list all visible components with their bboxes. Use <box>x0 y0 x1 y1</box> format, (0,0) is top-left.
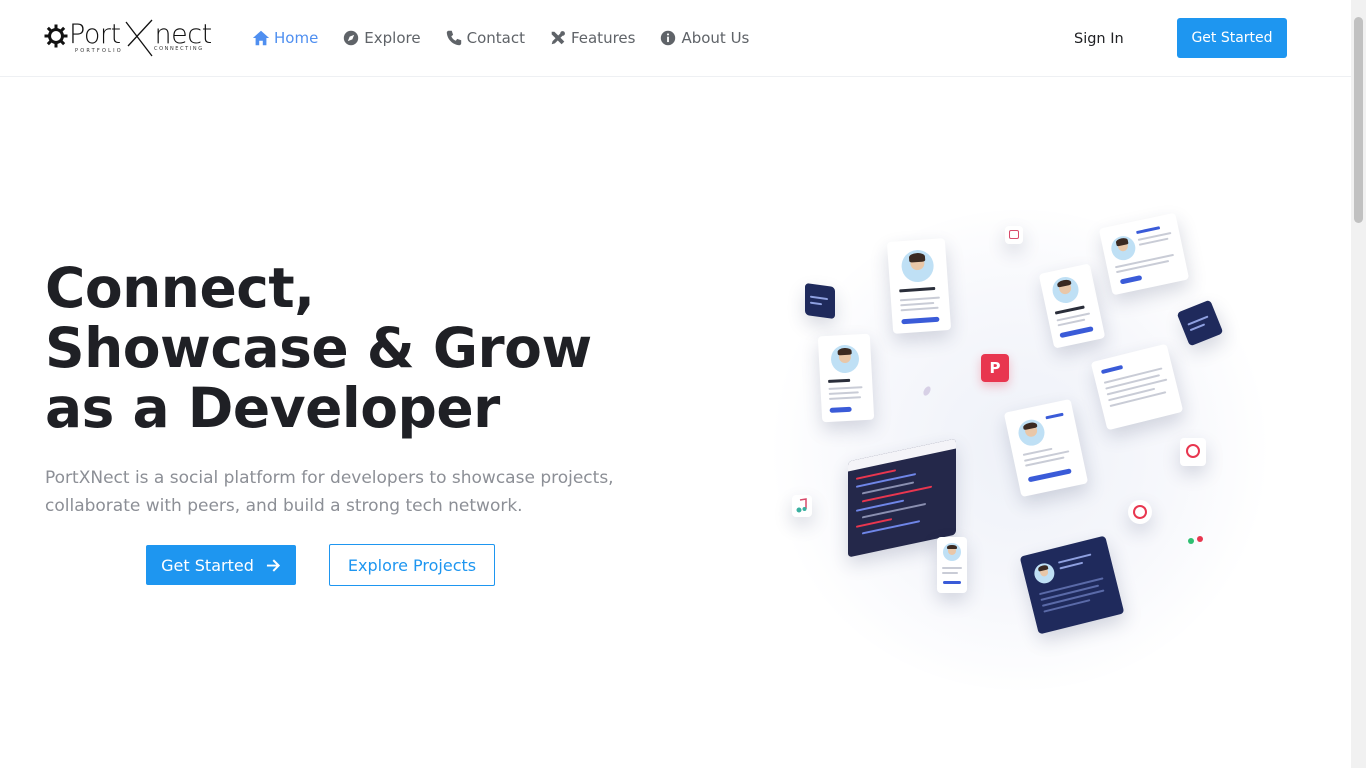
main-nav: Home Explore Contact Features About Us <box>252 26 773 50</box>
mini-icon-card <box>1005 226 1023 244</box>
nav-contact-label: Contact <box>466 29 525 47</box>
badge-letter: P <box>989 359 1001 377</box>
mini-dark-card <box>805 282 835 320</box>
nav-about[interactable]: About Us <box>659 26 749 50</box>
top-navbar: Port nect PORTFOLIO CONNECTING Home Explo… <box>0 0 1351 77</box>
hero-title: Connect, Showcase & Grow as a Developer <box>45 258 685 438</box>
home-icon <box>252 30 270 46</box>
logo-tagline-right: CONNECTING <box>154 46 204 52</box>
nav-features[interactable]: Features <box>549 26 636 50</box>
nav-home-label: Home <box>274 29 319 47</box>
header-get-started-button[interactable]: Get Started <box>1177 18 1287 58</box>
hero-get-started-label: Get Started <box>161 555 254 575</box>
tools-icon <box>551 31 565 45</box>
at-sign-icon <box>1128 500 1152 524</box>
brand-logo[interactable]: Port nect PORTFOLIO CONNECTING <box>44 18 214 62</box>
compass-icon <box>344 30 359 46</box>
nav-home[interactable]: Home <box>252 26 318 50</box>
profile-card <box>937 537 967 593</box>
nav-contact[interactable]: Contact <box>445 26 525 50</box>
decorative-dots <box>1188 536 1206 546</box>
nav-explore[interactable]: Explore <box>342 26 421 50</box>
chat-icon <box>1180 438 1206 466</box>
hero-get-started-button[interactable]: Get Started <box>146 545 296 585</box>
explore-projects-button[interactable]: Explore Projects <box>329 544 495 586</box>
portxnect-badge: P <box>981 354 1009 382</box>
logo-tagline-left: PORTFOLIO <box>75 48 123 54</box>
hero-illustration: P <box>760 190 1280 710</box>
info-icon <box>661 30 676 46</box>
gear-logo-icon <box>44 24 68 48</box>
logo-x-mark <box>125 19 153 57</box>
page-scrollbar[interactable] <box>1351 0 1366 768</box>
nav-features-label: Features <box>570 29 636 47</box>
hero-title-line-3: as a Developer <box>45 376 500 440</box>
hero-title-line-2: Showcase & Grow <box>45 316 592 380</box>
music-note-icon <box>792 495 812 517</box>
profile-card <box>886 238 952 334</box>
phone-icon <box>446 30 461 46</box>
scrollbar-thumb[interactable] <box>1354 17 1363 223</box>
nav-about-label: About Us <box>681 29 750 47</box>
nav-explore-label: Explore <box>364 29 421 47</box>
logo-word-port: Port <box>69 19 121 50</box>
profile-card <box>817 333 875 423</box>
sign-in-link[interactable]: Sign In <box>1058 27 1140 51</box>
hero-title-line-1: Connect, <box>45 256 315 320</box>
hero-description: PortXNect is a social platform for devel… <box>45 468 614 516</box>
arrow-right-icon <box>266 558 280 572</box>
